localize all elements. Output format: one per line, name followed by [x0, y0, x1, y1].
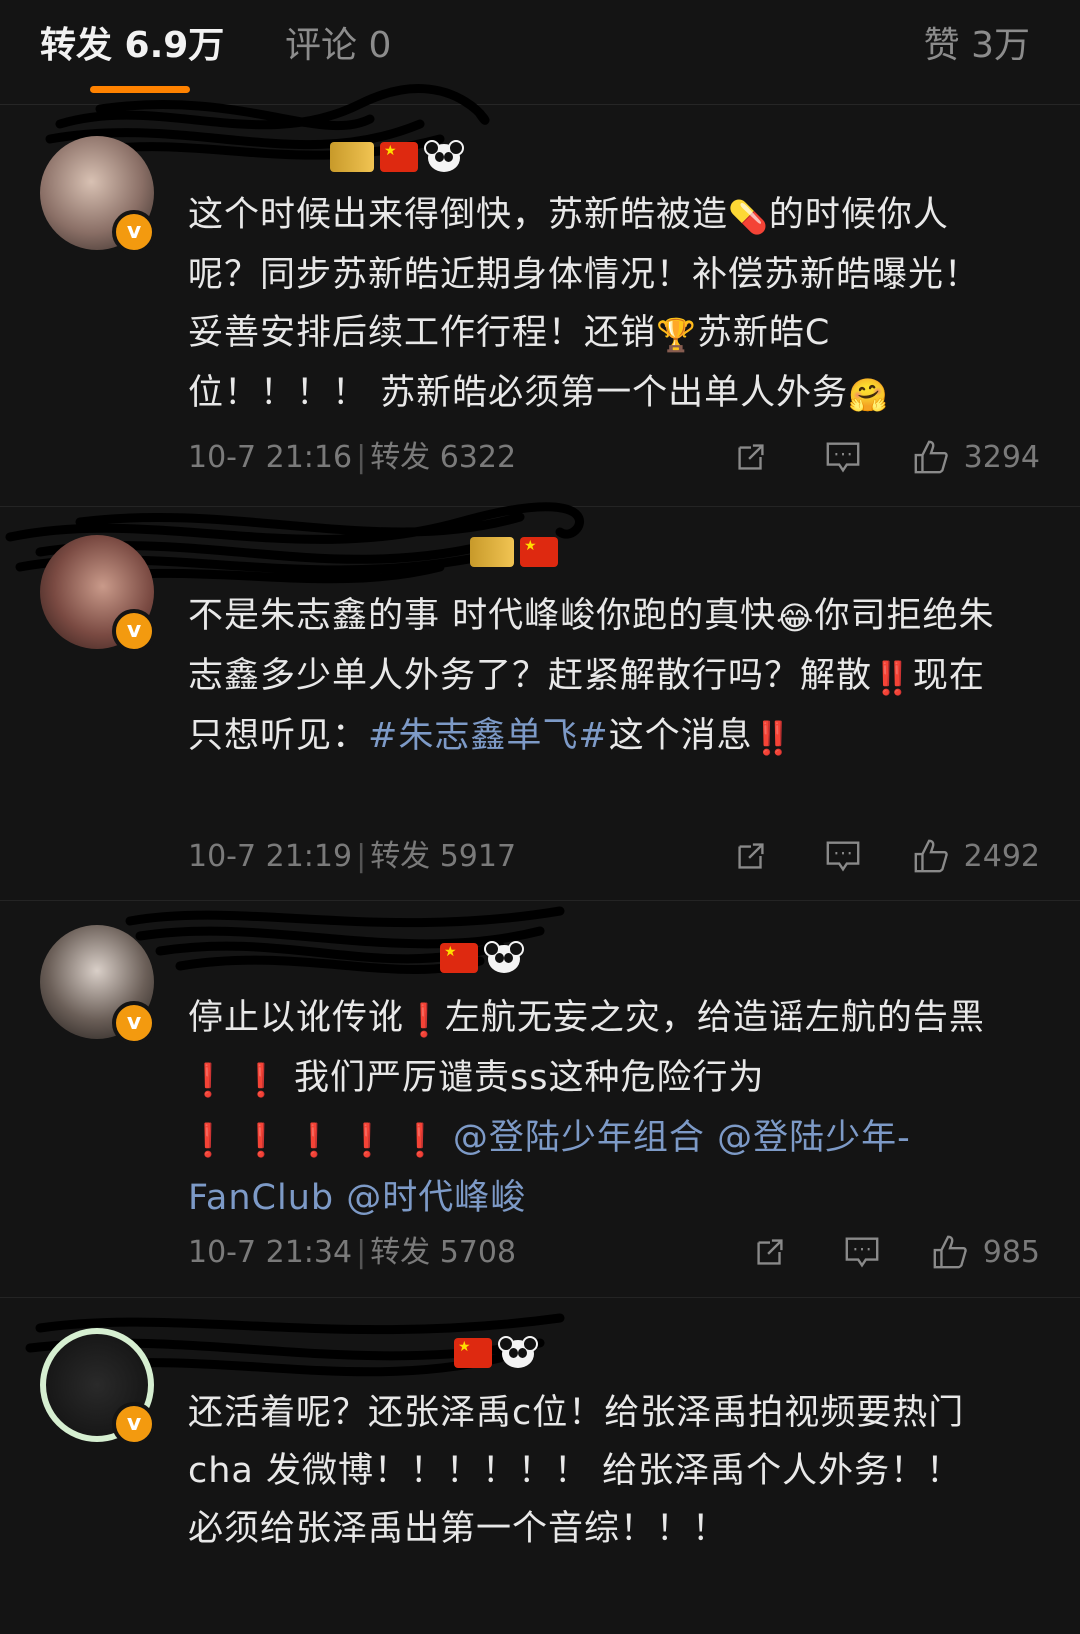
comment-icon[interactable] [824, 438, 862, 476]
verified-badge-icon: v [112, 210, 156, 254]
post-meta: 10-7 21:19 | 转发 5917 [188, 839, 517, 874]
pill-emoji-icon: 💊 [728, 198, 769, 236]
mention-link[interactable]: @登陆少年组合 [453, 1118, 705, 1158]
level-badge-icon [330, 142, 374, 172]
share-icon[interactable] [732, 837, 770, 875]
china-flag-icon [454, 1338, 492, 1368]
repost-count: 转发 6322 [370, 440, 517, 475]
china-flag-icon [520, 537, 558, 567]
like-count: 3294 [963, 439, 1040, 475]
panda-icon [424, 138, 464, 176]
repost-item: v 这个时候出来得倒快，苏新皓被造💊的时候你人呢？同步苏新皓近期身体情况！补偿苏… [0, 84, 1080, 506]
timestamp: 10-7 21:16 [188, 440, 353, 475]
repost-count: 转发 5917 [370, 839, 517, 874]
china-flag-icon [440, 943, 478, 973]
post-actions: 985 [751, 1233, 1040, 1271]
laughing-emoji-icon: 😂 [776, 599, 815, 637]
thumbs-up-icon [933, 1235, 967, 1269]
like-button[interactable]: 2492 [912, 837, 1040, 875]
post-meta: 10-7 21:34 | 转发 5708 [188, 1235, 517, 1270]
thumbs-up-icon [914, 839, 948, 873]
timestamp: 10-7 21:19 [188, 839, 353, 874]
exclamation-icon: ❗ [404, 1001, 445, 1039]
mention-link[interactable]: @时代峰峻 [346, 1178, 526, 1218]
repost-item: v 还活着呢？还张泽禹c位！给张泽禹拍视频要热门cha 发微博！！！！！！ 给张… [0, 1298, 1080, 1634]
repost-item: v 不是朱志鑫的事 时代峰峻你跑的真快😂你司拒绝朱志鑫多少单人外务了？赶紧解散行… [0, 502, 1080, 900]
tab-comments[interactable]: 评论 0 [285, 22, 391, 70]
exclamation-icon: ❗ ❗ ❗ ❗ ❗ [188, 1121, 441, 1159]
double-exclamation-icon: ‼️ [872, 659, 913, 697]
comment-text: 停止以讹传讹❗左航无妄之灾，给造谣左航的告黑❗ ❗ 我们严厉谴责ss这种危险行为… [188, 989, 1008, 1227]
verified-badge-icon: v [112, 1001, 156, 1045]
timestamp: 10-7 21:34 [188, 1235, 353, 1270]
like-button[interactable]: 985 [931, 1233, 1040, 1271]
redaction-scribble [125, 906, 565, 974]
share-icon[interactable] [751, 1233, 789, 1271]
comment-icon[interactable] [824, 837, 862, 875]
repost-count: 转发 5708 [370, 1235, 517, 1270]
post-meta: 10-7 21:16 | 转发 6322 [188, 440, 517, 475]
post-actions: 2492 [732, 837, 1040, 875]
level-badge-icon [470, 537, 514, 567]
comment-text: 不是朱志鑫的事 时代峰峻你跑的真快😂你司拒绝朱志鑫多少单人外务了？赶紧解散行吗？… [188, 587, 1008, 767]
comment-icon[interactable] [843, 1233, 881, 1271]
thumbs-up-icon [914, 440, 948, 474]
comment-text: 这个时候出来得倒快，苏新皓被造💊的时候你人呢？同步苏新皓近期身体情况！补偿苏新皓… [188, 186, 1008, 424]
china-flag-icon [380, 142, 418, 172]
like-count: 2492 [963, 838, 1040, 874]
panda-icon [484, 939, 524, 977]
repost-item: v 停止以讹传讹❗左航无妄之灾，给造谣左航的告黑❗ ❗ 我们严厉谴责ss这种危险… [0, 901, 1080, 1297]
user-badges [440, 939, 524, 977]
verified-badge-icon: v [112, 1402, 156, 1446]
trophy-emoji-icon: 🏆 [656, 316, 697, 354]
hashtag-link[interactable]: #朱志鑫单飞# [368, 716, 609, 756]
like-button[interactable]: 3294 [912, 438, 1040, 476]
verified-badge-icon: v [112, 609, 156, 653]
post-actions: 3294 [732, 438, 1040, 476]
user-badges [330, 138, 464, 176]
double-exclamation-icon: ‼️ [752, 719, 794, 757]
like-count: 985 [982, 1234, 1040, 1270]
panda-icon [498, 1334, 538, 1372]
user-badges [470, 537, 558, 567]
tab-likes[interactable]: 赞 3万 [924, 22, 1030, 70]
user-badges [454, 1334, 538, 1372]
exclamation-icon: ❗ ❗ [188, 1061, 282, 1099]
share-icon[interactable] [732, 438, 770, 476]
tab-reposts[interactable]: 转发 6.9万 [40, 22, 224, 70]
comment-text: 还活着呢？还张泽禹c位！给张泽禹拍视频要热门cha 发微博！！！！！！ 给张泽禹… [188, 1393, 965, 1549]
hug-emoji-icon: 🤗 [848, 376, 889, 414]
